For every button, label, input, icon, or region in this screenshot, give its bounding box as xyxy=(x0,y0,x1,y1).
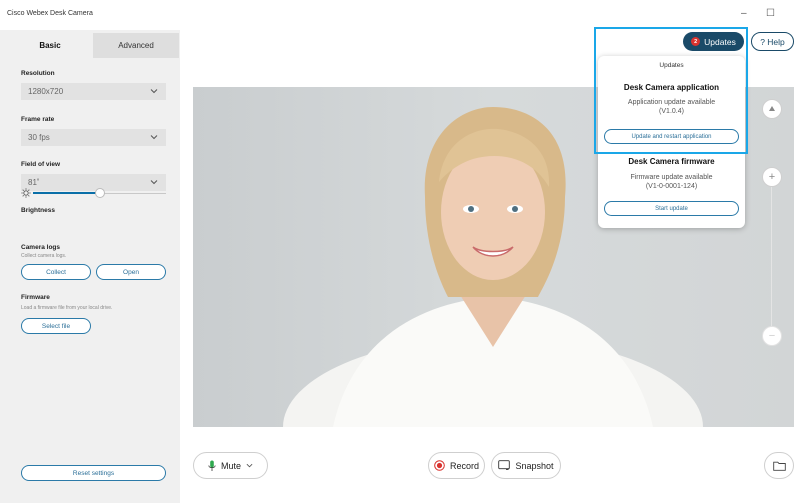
brightness-thumb[interactable] xyxy=(95,188,105,198)
app-title: Cisco Webex Desk Camera xyxy=(7,10,93,17)
microphone-icon xyxy=(208,460,216,471)
zoom-in-button[interactable]: + xyxy=(762,167,782,187)
help-button[interactable]: ? Help xyxy=(751,32,794,51)
reset-settings-button[interactable]: Reset settings xyxy=(21,465,166,481)
arrow-up-icon xyxy=(769,106,775,111)
updates-button[interactable]: 2 Updates xyxy=(683,32,744,51)
record-button[interactable]: Record xyxy=(428,452,485,479)
firmware-update-version: (V1-0-0001-124) xyxy=(645,183,698,190)
mute-button[interactable]: Mute xyxy=(193,452,268,479)
open-button[interactable]: Open xyxy=(96,264,166,280)
resolution-select[interactable]: 1280x720 xyxy=(21,83,166,100)
pan-up-button[interactable] xyxy=(762,99,782,119)
updates-badge: 2 xyxy=(691,37,701,46)
frame-rate-value: 30 fps xyxy=(28,133,50,142)
brightness-slider[interactable] xyxy=(33,188,166,198)
updates-popover: Updates Desk Camera application Applicat… xyxy=(598,56,745,228)
snapshot-label: Snapshot xyxy=(515,460,554,471)
snapshot-icon xyxy=(498,460,511,470)
app-update-text: Application update available xyxy=(627,99,716,106)
record-label: Record xyxy=(449,460,479,471)
frame-rate-select[interactable]: 30 fps xyxy=(21,129,166,146)
help-label: ? Help xyxy=(760,36,785,47)
chevron-down-icon xyxy=(246,463,253,468)
brightness-icon xyxy=(21,188,31,198)
firmware-update-heading: Desk Camera firmware xyxy=(628,157,715,166)
minimize-button[interactable]: – xyxy=(741,8,747,19)
zoom-track[interactable] xyxy=(771,187,772,327)
tab-advanced[interactable]: Advanced xyxy=(93,33,179,58)
collect-button[interactable]: Collect xyxy=(21,264,91,280)
snapshot-button[interactable]: Snapshot xyxy=(491,452,561,479)
zoom-out-button[interactable]: − xyxy=(762,326,782,346)
update-restart-button[interactable]: Update and restart application xyxy=(604,129,739,144)
camera-logs-label: Camera logs xyxy=(21,244,61,251)
tab-basic[interactable]: Basic xyxy=(7,33,93,58)
brightness-label: Brightness xyxy=(21,207,55,214)
start-update-button[interactable]: Start update xyxy=(604,201,739,216)
resolution-label: Resolution xyxy=(21,70,55,77)
frame-rate-label: Frame rate xyxy=(21,116,55,123)
help-text: Help xyxy=(767,36,785,47)
resolution-value: 1280x720 xyxy=(28,87,64,96)
field-of-view-label: Field of view xyxy=(21,161,61,168)
chevron-down-icon xyxy=(150,180,158,185)
app-update-heading: Desk Camera application xyxy=(623,83,720,92)
chevron-down-icon xyxy=(150,135,158,140)
field-of-view-select[interactable]: 81˚ xyxy=(21,174,166,191)
camera-logs-description: Collect camera logs. xyxy=(21,253,67,259)
popover-title: Updates xyxy=(659,62,684,69)
record-icon xyxy=(434,460,445,471)
select-file-button[interactable]: Select file xyxy=(21,318,91,334)
field-of-view-value: 81˚ xyxy=(28,178,40,187)
mute-label: Mute xyxy=(220,460,241,471)
firmware-label: Firmware xyxy=(21,294,50,301)
firmware-update-text: Firmware update available xyxy=(630,174,713,181)
folder-icon xyxy=(772,461,786,471)
app-update-version: (V1.0.4) xyxy=(659,108,684,115)
open-folder-button[interactable] xyxy=(764,452,794,479)
firmware-description: Load a firmware file from your local dri… xyxy=(21,305,113,311)
updates-label: Updates xyxy=(704,36,736,47)
brightness-fill xyxy=(33,192,100,194)
chevron-down-icon xyxy=(150,89,158,94)
title-bar: Cisco Webex Desk Camera – ☐ xyxy=(0,0,794,30)
maximize-button[interactable]: ☐ xyxy=(766,8,775,19)
